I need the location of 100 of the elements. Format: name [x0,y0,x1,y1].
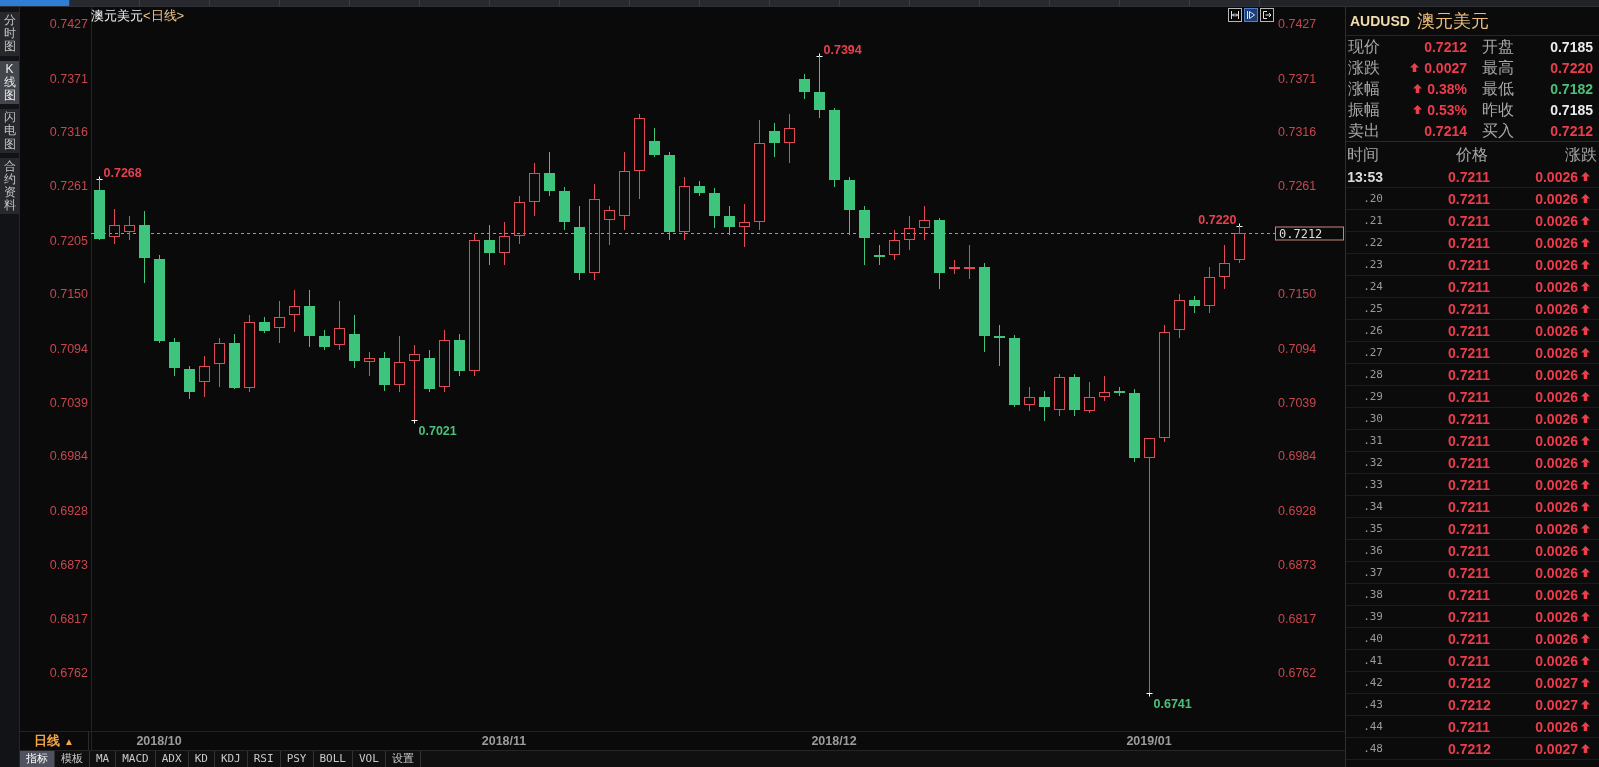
candlestick [214,337,225,388]
candlestick [109,208,120,245]
candlestick [559,186,570,231]
symbol-title: 澳元美元 [91,9,143,23]
candlestick [394,335,405,393]
candlestick [694,180,705,197]
field-value: 0.0027 [1424,59,1467,76]
sidebar-tab[interactable]: K线图 [0,60,19,105]
tab[interactable] [420,0,490,6]
candlestick [949,259,960,275]
price-annotation: 0.6741 [1153,696,1192,711]
tick-time: .29 [1363,390,1383,403]
tab[interactable] [210,0,280,6]
indicator-tab[interactable]: 模板 [55,751,90,767]
chart-tool-button[interactable] [1228,8,1242,22]
tick-time: .21 [1363,214,1383,227]
indicator-tab[interactable]: VOL [353,751,386,767]
tick-price: 0.7211 [1448,278,1491,295]
indicator-tab[interactable]: MACD [116,751,156,767]
field-label: 买入 [1482,121,1514,140]
tab[interactable] [280,0,350,6]
tick-change: 0.0026 [1535,718,1578,735]
tab[interactable] [910,0,980,6]
tick-time: .36 [1363,544,1383,557]
tick-time: .43 [1363,698,1383,711]
column-header: 价格 [1456,144,1488,164]
tick-price: 0.7211 [1448,652,1491,669]
indicator-tab[interactable]: 设置 [385,751,421,767]
indicator-tab[interactable]: BOLL [313,751,353,767]
tab[interactable] [560,0,630,6]
tick-time: .38 [1363,588,1383,601]
cross-marker-icon [96,176,103,183]
cross-marker-icon [1236,223,1243,230]
price-annotation: 0.7394 [823,42,862,57]
tick-price: 0.7211 [1448,542,1491,559]
field-value: 0.7185 [1550,101,1593,118]
tick-time: .24 [1363,280,1383,293]
price-axis-label: 0.6762 [1278,665,1317,680]
field-value: 0.7185 [1550,38,1593,55]
tick-price: 0.7211 [1448,256,1491,273]
indicator-tab[interactable]: PSY [280,751,314,767]
tab[interactable] [980,0,1050,6]
tick-price: 0.7211 [1448,234,1491,251]
tab[interactable] [630,0,700,6]
indicator-tab[interactable]: ADX [155,751,189,767]
sidebar-tab[interactable]: 分时图 [0,12,19,56]
chart-tool-button[interactable] [1244,8,1258,22]
candlestick [439,329,450,393]
tab[interactable] [770,0,840,6]
tick-time: .26 [1363,324,1383,337]
tab[interactable] [70,0,140,6]
candlestick [739,203,750,248]
indicator-tab[interactable]: KD [188,751,215,767]
candlestick [289,289,300,333]
field-value: 0.7214 [1424,122,1467,139]
field-value: 0.7212 [1424,38,1467,55]
tab[interactable] [140,0,210,6]
tick-change: 0.0026 [1535,432,1578,449]
tick-price: 0.7211 [1448,410,1491,427]
sidebar-tab[interactable]: 闪电图 [0,109,19,153]
tick-time: .28 [1363,368,1383,381]
candlestick [229,333,240,390]
tab[interactable] [700,0,770,6]
tab[interactable] [840,0,910,6]
tab[interactable] [490,0,560,6]
indicator-tab[interactable]: KDJ [214,751,248,767]
candlestick [454,333,465,377]
candlestick [889,229,900,261]
candlestick [424,349,435,393]
tab[interactable] [350,0,420,6]
candlestick [799,73,810,100]
tab[interactable] [0,0,70,6]
candlestick [304,289,315,348]
tick-time: .23 [1363,258,1383,271]
candlestick [1039,390,1050,422]
indicator-tab[interactable]: MA [90,751,117,767]
column-header: 涨跌 [1565,144,1597,164]
candlestick [1069,373,1080,417]
tab[interactable] [1050,0,1120,6]
candlestick [1189,295,1200,314]
candlestick [1234,225,1245,264]
chart-tool-button[interactable] [1260,8,1274,22]
tick-price: 0.7211 [1448,190,1491,207]
tick-price: 0.7212 [1448,674,1491,691]
price-axis-label: 0.6762 [49,665,88,680]
tick-change: 0.0027 [1535,740,1578,757]
field-value: 0.7212 [1550,122,1593,139]
tab[interactable] [1120,0,1190,6]
tick-price: 0.7211 [1448,454,1491,471]
price-axis-label: 0.6817 [1278,612,1317,627]
indicator-tab[interactable]: 指标 [20,751,55,767]
tick-price: 0.7211 [1448,476,1491,493]
price-axis-label: 0.7039 [49,395,88,410]
date-axis-label: 2018/12 [811,734,857,748]
sidebar-tab[interactable]: 合约资料 [0,157,19,215]
field-label: 涨幅 [1348,79,1380,98]
price-axis-label: 0.7316 [1278,125,1317,140]
last-price-tag: 0.7212 [1275,226,1344,241]
tick-time: .41 [1363,654,1383,667]
indicator-tab[interactable]: RSI [247,751,281,767]
